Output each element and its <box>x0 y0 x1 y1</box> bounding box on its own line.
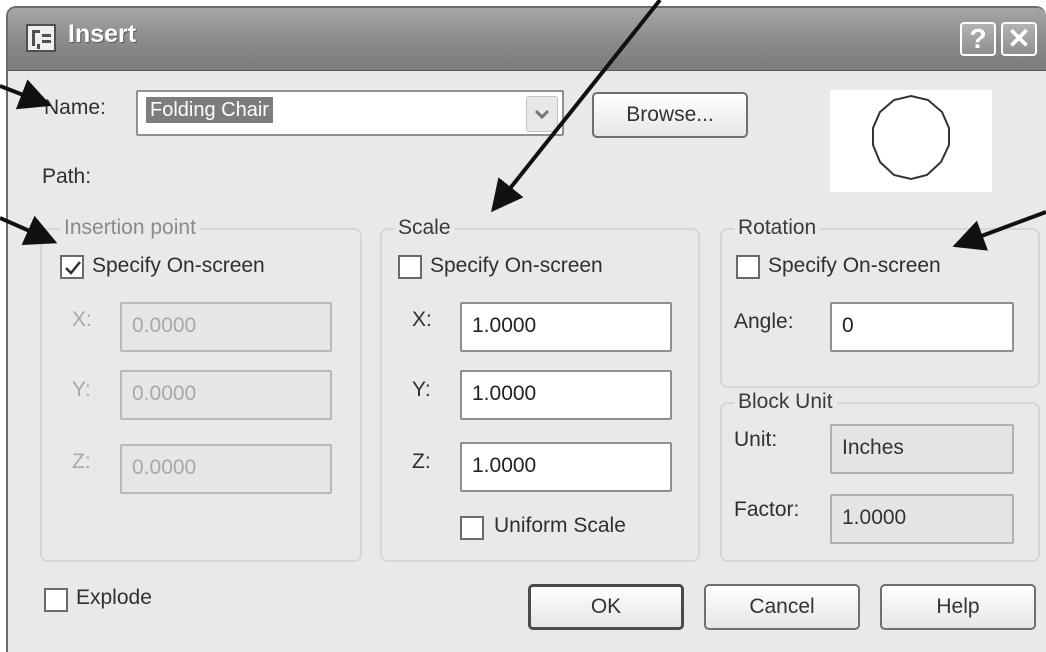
close-button[interactable]: ✕ <box>1001 22 1037 56</box>
rotation-specify-label: Specify On-screen <box>768 254 941 277</box>
angle-label: Angle: <box>734 310 794 333</box>
insertion-specify-label: Specify On-screen <box>92 254 265 277</box>
block-unit-title: Block Unit <box>734 390 837 414</box>
browse-button[interactable]: Browse... <box>592 92 748 138</box>
ok-button[interactable]: OK <box>528 584 684 630</box>
uniform-scale-checkbox[interactable] <box>460 516 484 540</box>
preview-circle-shape <box>872 94 950 181</box>
explode-label: Explode <box>76 586 152 609</box>
insertion-y-input[interactable]: 0.0000 <box>120 370 332 420</box>
insertion-y-label: Y: <box>72 378 91 401</box>
uniform-scale-label: Uniform Scale <box>494 514 626 537</box>
checkmark-icon <box>65 261 81 275</box>
insertion-z-input[interactable]: 0.0000 <box>120 444 332 494</box>
window-title: Insert <box>68 20 137 48</box>
path-label: Path: <box>42 165 92 188</box>
close-icon: ✕ <box>1007 23 1031 54</box>
insertion-x-input[interactable]: 0.0000 <box>120 302 332 352</box>
unit-value: Inches <box>830 424 1014 474</box>
insertion-point-title: Insertion point <box>60 216 200 240</box>
name-dropdown[interactable]: Folding Chair <box>136 90 564 136</box>
insertion-specify-checkbox[interactable] <box>60 255 84 279</box>
help-title-button[interactable]: ? <box>960 22 996 56</box>
insert-dialog: Insert ? ✕ Name: Folding Chair Browse...… <box>6 6 1046 652</box>
scale-y-label: Y: <box>412 378 431 401</box>
angle-input[interactable]: 0 <box>830 302 1014 352</box>
scale-y-input[interactable]: 1.0000 <box>460 370 672 420</box>
insertion-x-label: X: <box>72 308 92 331</box>
rotation-specify-checkbox[interactable] <box>736 255 760 279</box>
help-icon: ? <box>969 23 987 54</box>
factor-label: Factor: <box>734 498 800 521</box>
rotation-title: Rotation <box>734 216 821 240</box>
block-preview <box>830 90 992 192</box>
scale-specify-checkbox[interactable] <box>398 255 422 279</box>
title-bar: Insert ? ✕ <box>8 8 1046 71</box>
chevron-down-icon <box>534 109 550 120</box>
scale-z-label: Z: <box>412 450 431 473</box>
cancel-button[interactable]: Cancel <box>704 584 860 630</box>
explode-checkbox[interactable] <box>44 588 68 612</box>
help-button[interactable]: Help <box>880 584 1036 630</box>
autocad-app-icon <box>26 24 56 52</box>
scale-z-input[interactable]: 1.0000 <box>460 442 672 492</box>
factor-value: 1.0000 <box>830 494 1014 544</box>
scale-x-label: X: <box>412 308 432 331</box>
scale-specify-label: Specify On-screen <box>430 254 603 277</box>
scale-x-input[interactable]: 1.0000 <box>460 302 672 352</box>
name-label: Name: <box>44 96 106 119</box>
name-value: Folding Chair <box>146 97 273 123</box>
dropdown-arrow-button[interactable] <box>526 96 558 132</box>
scale-title: Scale <box>394 216 455 240</box>
insertion-z-label: Z: <box>72 450 91 473</box>
unit-label: Unit: <box>734 428 778 451</box>
